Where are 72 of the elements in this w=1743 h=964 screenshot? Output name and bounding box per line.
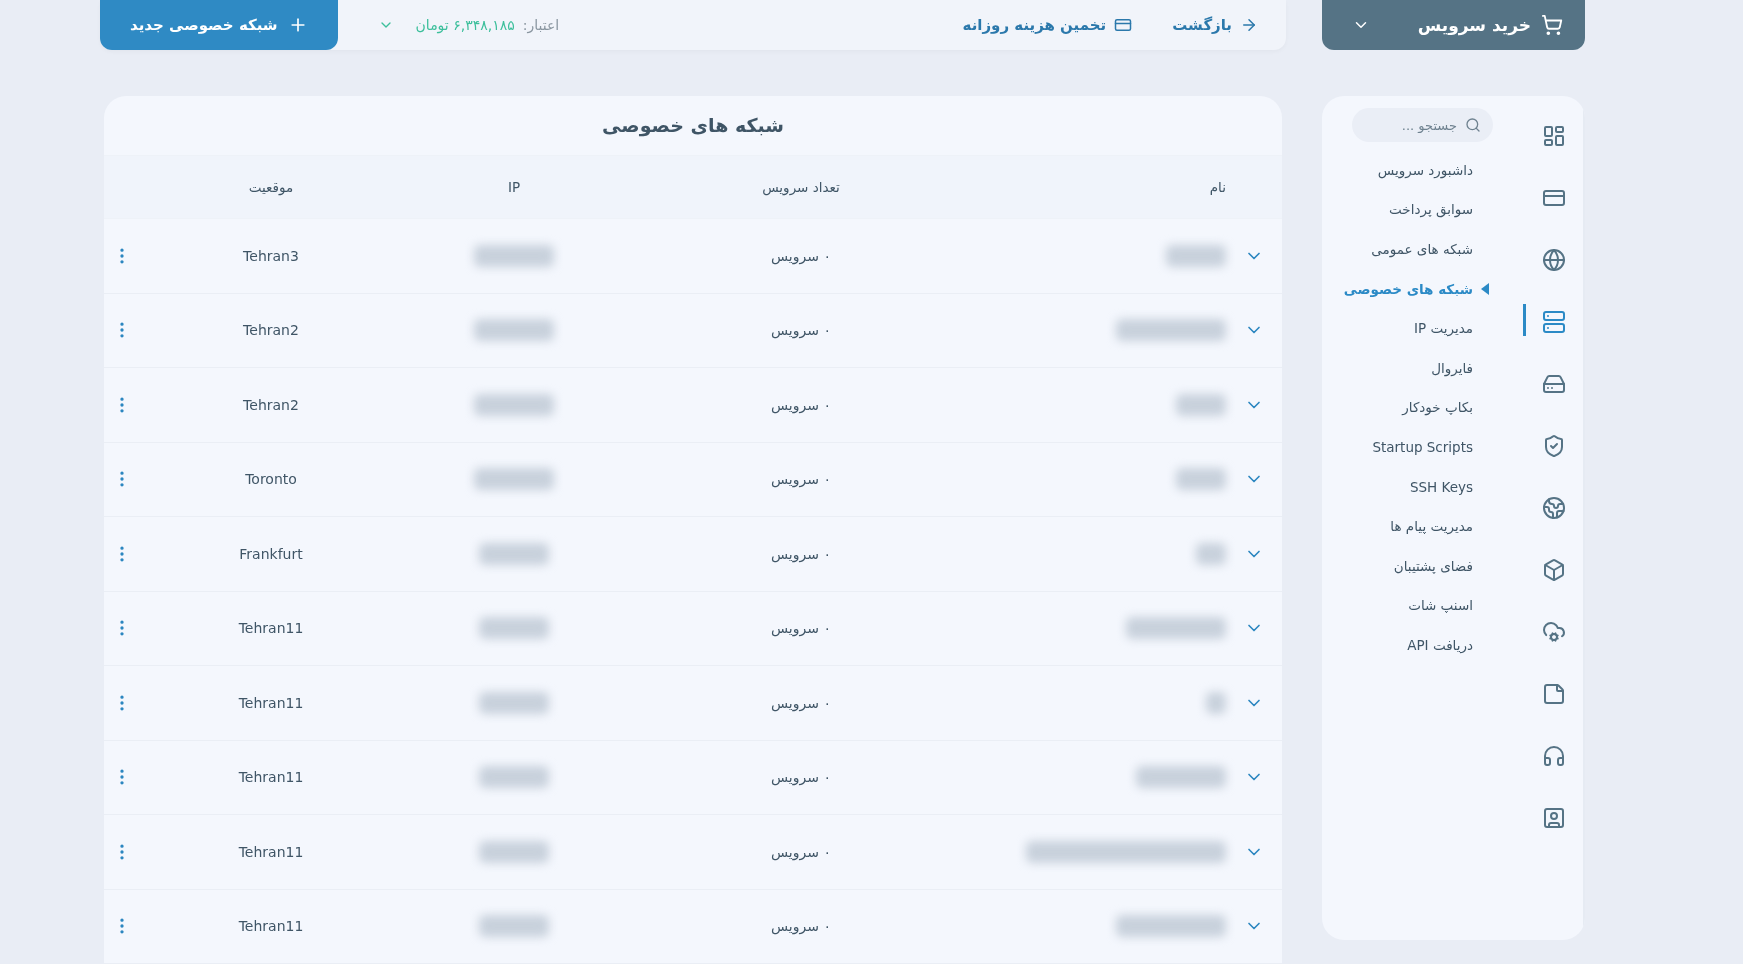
buy-service-menu[interactable]: خرید سرویس [1322,0,1585,50]
blurred-text [1206,691,1226,714]
table-cell-text: Frankfurt [238,545,304,562]
card-icon [1114,16,1133,34]
sidebar-item[interactable]: فایروال [1340,347,1489,388]
blurred-text [1166,244,1226,267]
support-icon[interactable] [1542,744,1566,768]
page-title: شبکه های خصوصی [601,113,785,139]
dashboard-icon[interactable] [1542,124,1566,148]
active-indicator [1523,304,1526,336]
table-cell-text: ۰ سرویس [770,396,832,413]
back-link[interactable]: بازگشت [1172,16,1258,34]
blurred-text [479,691,549,714]
column-header: تعداد سرویس [761,178,841,195]
sidebar-item[interactable]: دریافت API [1340,625,1489,665]
search-icon [1465,117,1481,133]
table-cell-text: ۰ سرویس [770,247,832,264]
search-field[interactable]: جستجو ... [1352,108,1493,142]
credit-label: اعتبار: [522,17,560,33]
sidebar-item[interactable]: مدیریت پیام ها [1340,506,1489,546]
table-cell-text: ۰ سرویس [770,918,832,935]
blurred-text [479,915,549,938]
table-cell-text: Tehran11 [237,843,305,860]
blurred-text [479,840,549,863]
security-icon[interactable] [1542,434,1566,458]
estimate-link[interactable]: تخمین هزینه روزانه [962,16,1133,34]
sidebar-item[interactable]: Startup Scripts [1340,427,1489,467]
web-icon[interactable] [1542,248,1566,272]
blurred-text [479,542,549,565]
blurred-text [479,617,549,640]
storage-icon[interactable] [1542,372,1566,396]
table-cell-text: Tehran11 [237,620,305,637]
table-cell-text: Tehran3 [242,247,300,264]
table-cell-text: ۰ سرویس [770,769,832,786]
credit-value: ۶,۳۴۸,۱۸۵ تومان [415,17,515,33]
table-cell-text: Tehran2 [242,322,300,339]
globe-icon[interactable] [1542,496,1566,520]
table-cell-text: Tehran11 [237,769,305,786]
column-header: IP [506,178,522,195]
sidebar-item[interactable]: بکاپ خودکار [1340,387,1489,428]
sidebar-item[interactable]: اسنپ شات [1340,585,1489,626]
sidebar-item[interactable]: مدیریت IP [1340,308,1489,348]
account-icon[interactable] [1542,806,1566,830]
sidebar-item[interactable]: فضای پشتیبان [1340,545,1489,586]
column-header: نام [1208,178,1226,195]
network-icon[interactable] [1542,310,1566,334]
table-cell-text: ۰ سرویس [770,545,832,562]
table-cell-text: Tehran2 [242,396,300,413]
blurred-text [479,766,549,789]
sidebar-item[interactable]: داشبورد سرویس [1340,150,1489,190]
blurred-text [1176,468,1226,491]
table-cell-text: ۰ سرویس [770,322,832,339]
sidebar-item[interactable]: SSH Keys [1340,466,1489,507]
table-cell-text: Toronto [244,471,298,488]
table-cell-text: ۰ سرویس [770,471,832,488]
table-cell-text: Tehran11 [237,918,305,935]
blurred-text [1176,393,1226,416]
new-network-button[interactable]: شبکه خصوصی جدید [100,0,338,50]
box-icon[interactable] [1542,558,1566,582]
note-icon[interactable] [1542,682,1566,706]
arrow-icon [1240,16,1258,34]
table-cell-text: ۰ سرویس [770,620,832,637]
sidebar-item[interactable]: سوابق پرداخت [1340,189,1489,230]
cart-icon [1541,14,1563,36]
active-marker-icon [1481,282,1489,295]
sidebar-item[interactable]: شبکه های خصوصی [1340,268,1489,309]
table-cell-text: ۰ سرویس [770,694,832,711]
column-header: موقعیت [247,178,295,195]
sidebar-item[interactable]: شبکه های عمومی [1340,229,1489,269]
table-cell-text: Tehran11 [237,694,305,711]
blurred-text [1196,542,1226,565]
table-cell-text: ۰ سرویس [770,843,832,860]
